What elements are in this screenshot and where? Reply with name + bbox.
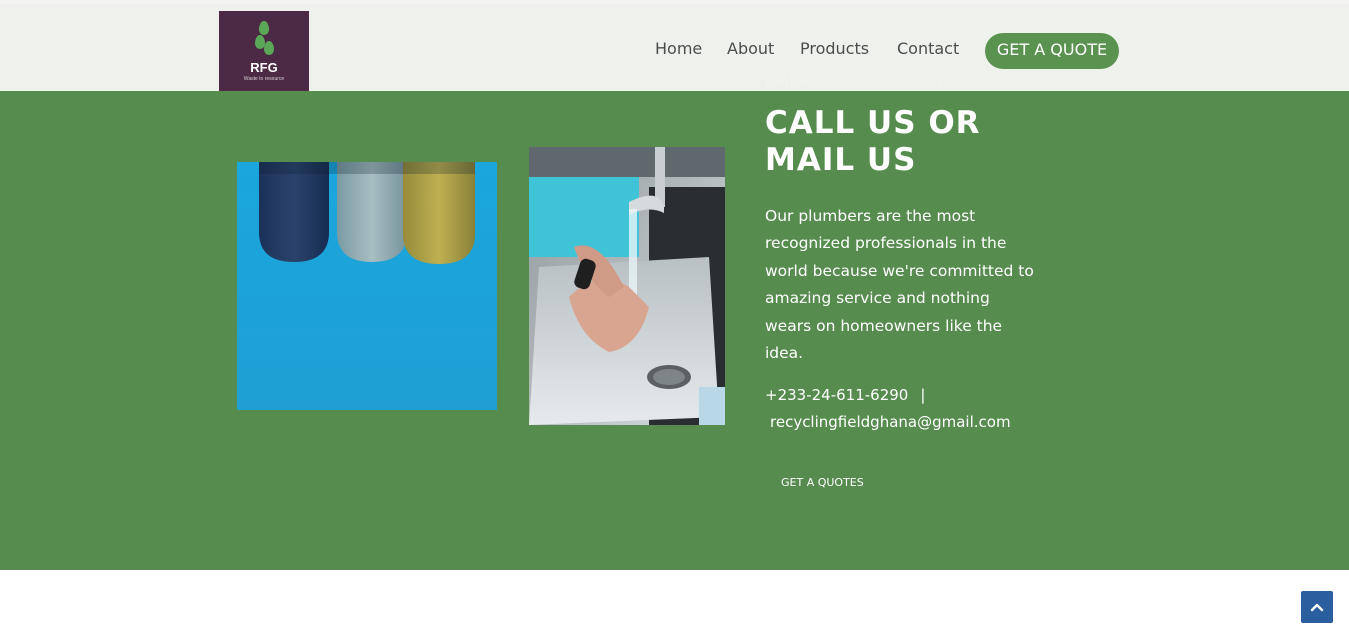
test-tubes-image	[237, 162, 497, 410]
hand-washing-sink-image	[529, 147, 725, 425]
logo-tagline: Waste to resource	[243, 76, 285, 82]
nav-contact[interactable]: Contact	[897, 38, 959, 60]
drop-icon	[264, 41, 274, 55]
contact-info: +233-24-611-6290 | recyclingfieldghana@gm…	[765, 382, 1055, 437]
logo[interactable]: RFG Waste to resource	[219, 11, 309, 91]
chevron-up-icon	[1310, 603, 1324, 612]
section-description: Our plumbers are the most recognized pro…	[765, 207, 1034, 363]
drop-icon	[259, 21, 269, 35]
eyebrow-text: EMERGENCY NEED HELP	[765, 72, 968, 90]
email-address[interactable]: recyclingfieldghana@gmail.com	[770, 413, 1011, 431]
logo-text: RFG	[250, 60, 278, 75]
get-a-quote-button[interactable]: GET A QUOTE	[985, 33, 1119, 69]
get-quotes-link[interactable]: GET A QUOTES	[781, 475, 864, 491]
scroll-to-top-button[interactable]	[1301, 591, 1333, 623]
site-header: RFG Waste to resource Home About Product…	[0, 4, 1349, 91]
separator: |	[920, 386, 926, 404]
section-title: CALL US OR MAIL US	[765, 105, 981, 178]
nav-home[interactable]: Home	[655, 38, 702, 60]
nav-about[interactable]: About	[727, 38, 774, 60]
phone-number[interactable]: +233-24-611-6290	[765, 386, 908, 404]
nav-products[interactable]: Products	[800, 38, 869, 60]
